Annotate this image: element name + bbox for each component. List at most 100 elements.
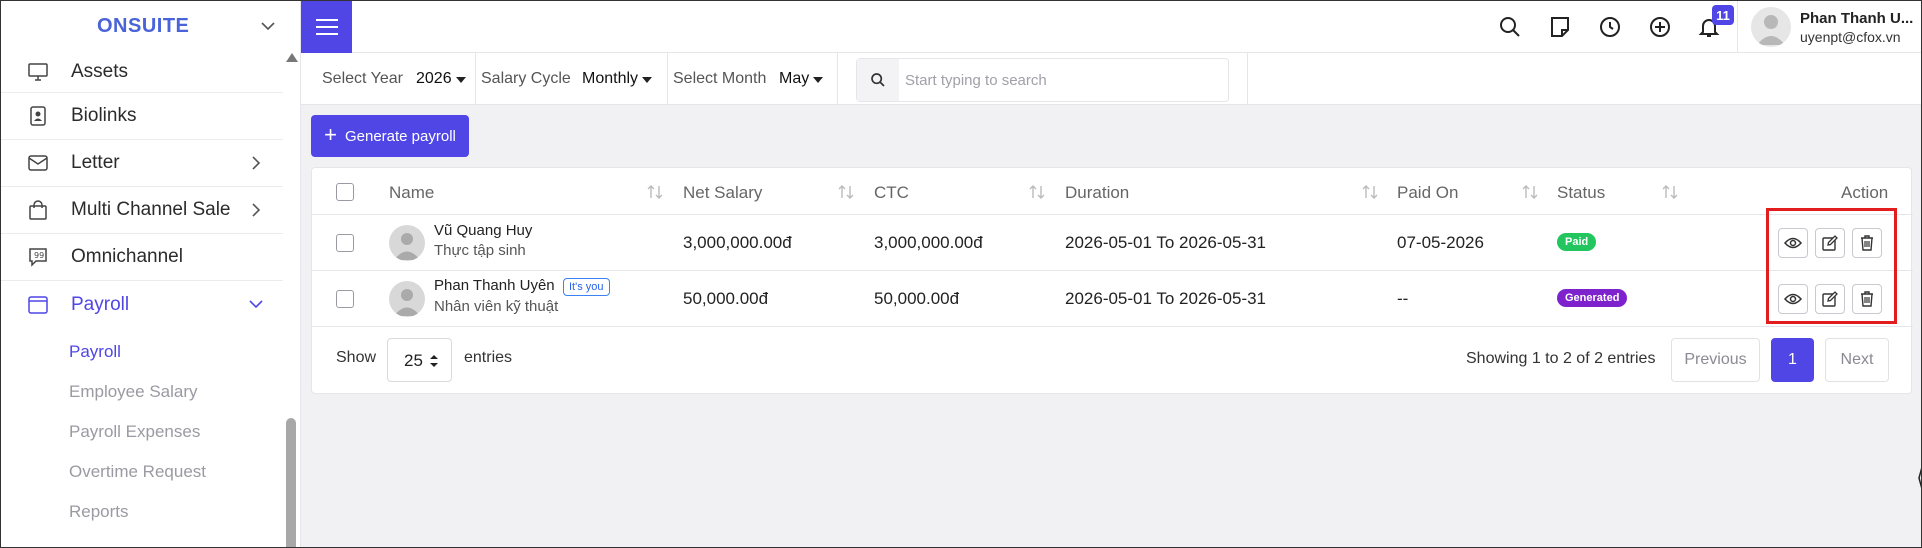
- ctc: 3,000,000.00đ: [874, 233, 983, 252]
- divider: [1247, 53, 1248, 105]
- chevron-right-icon: [252, 156, 261, 170]
- sidebar-item-label: Payroll: [71, 293, 130, 315]
- sidebar-item-label: Biolinks: [71, 105, 137, 126]
- sort-icon[interactable]: [1661, 184, 1679, 200]
- notification-badge: 11: [1712, 5, 1734, 25]
- month-select[interactable]: May: [779, 70, 809, 88]
- brand[interactable]: ONSUITE: [1, 1, 300, 51]
- paid-on: 07-05-2026: [1397, 233, 1484, 252]
- sidebar-menu: Assets Biolinks Letter Multi Channel Sal…: [1, 51, 283, 532]
- generate-payroll-label: Generate payroll: [344, 127, 456, 145]
- header-status[interactable]: Status: [1557, 183, 1605, 203]
- submenu-item-payroll-expenses[interactable]: Payroll Expenses: [1, 412, 283, 452]
- header-action: Action: [1841, 183, 1889, 202]
- previous-page-button[interactable]: Previous: [1671, 338, 1760, 382]
- hamburger-line: [315, 19, 338, 21]
- plus-icon: +: [324, 122, 337, 147]
- divider: [1737, 1, 1738, 53]
- sort-icon[interactable]: [837, 184, 855, 200]
- clock-icon[interactable]: [1598, 15, 1622, 39]
- action-highlight-box: [1766, 208, 1897, 324]
- caret-down-icon: [456, 77, 466, 83]
- user-email: uyenpt@cfox.vn: [1800, 29, 1901, 45]
- entries-label: entries: [464, 349, 513, 366]
- submenu-item-reports[interactable]: Reports: [1, 492, 283, 532]
- monitor-icon: [27, 61, 49, 83]
- hamburger-line: [315, 33, 338, 35]
- resize-handle-icon[interactable]: [1918, 467, 1922, 489]
- sidebar-item-payroll[interactable]: Payroll: [1, 281, 283, 328]
- cycle-label: Salary Cycle: [481, 70, 571, 87]
- sidebar-item-label: Multi Channel Sale: [71, 199, 231, 220]
- month-label: Select Month: [673, 70, 767, 87]
- sidebar-item-label: Omnichannel: [71, 246, 183, 267]
- chat-bubble-icon: 99: [27, 246, 49, 268]
- sort-icon[interactable]: [1028, 184, 1046, 200]
- svg-text:99: 99: [34, 251, 44, 260]
- shopping-bag-icon: [27, 199, 49, 221]
- search-box: [856, 58, 1229, 102]
- search-input[interactable]: [905, 67, 1215, 93]
- chevron-down-icon[interactable]: [259, 17, 277, 35]
- page-size-select[interactable]: 25: [387, 338, 452, 382]
- row-checkbox[interactable]: [336, 290, 354, 308]
- employee-name[interactable]: Vũ Quang Huy: [434, 222, 532, 239]
- divider: [475, 53, 476, 105]
- brand-name: ONSUITE: [97, 14, 190, 37]
- browser-window-icon: [27, 294, 49, 316]
- sidebar-item-label: Assets: [71, 60, 129, 82]
- divider: [837, 53, 838, 105]
- generate-payroll-button[interactable]: + Generate payroll: [311, 115, 469, 157]
- app-window: ONSUITE Assets Biolinks Letter Multi Cha…: [0, 0, 1922, 548]
- header-paid-on[interactable]: Paid On: [1397, 183, 1458, 203]
- table-header: Name Net Salary CTC Duration Paid On Sta…: [312, 168, 1913, 215]
- header-net-salary[interactable]: Net Salary: [683, 183, 762, 203]
- payroll-submenu: Payroll Employee Salary Payroll Expenses…: [1, 328, 283, 532]
- sidebar-item-omnichannel[interactable]: 99 Omnichannel: [1, 234, 283, 281]
- search-icon: [857, 59, 899, 101]
- sidebar-item-biolinks[interactable]: Biolinks: [1, 93, 283, 140]
- menu-toggle-button[interactable]: [301, 1, 352, 53]
- header-ctc[interactable]: CTC: [874, 183, 909, 203]
- scroll-up-arrow-icon[interactable]: [286, 53, 298, 62]
- page-1-button[interactable]: 1: [1771, 338, 1814, 382]
- avatar[interactable]: [1751, 7, 1791, 47]
- plus-circle-icon[interactable]: [1648, 15, 1672, 39]
- caret-down-icon: [642, 77, 652, 83]
- next-page-button[interactable]: Next: [1825, 338, 1889, 382]
- envelope-icon: [27, 152, 49, 174]
- header-duration[interactable]: Duration: [1065, 183, 1129, 203]
- id-badge-icon: [27, 105, 49, 127]
- year-label: Select Year: [322, 70, 403, 87]
- sidebar-item-multi-channel-sale[interactable]: Multi Channel Sale: [1, 187, 283, 234]
- sidebar-item-assets[interactable]: Assets: [1, 51, 283, 93]
- its-you-badge: It's you: [563, 278, 610, 296]
- net-salary: 50,000.00đ: [683, 289, 769, 308]
- status-badge: Paid: [1557, 233, 1597, 251]
- row-checkbox[interactable]: [336, 234, 354, 252]
- submenu-item-overtime-request[interactable]: Overtime Request: [1, 452, 283, 492]
- select-all-checkbox[interactable]: [336, 183, 354, 201]
- table-row: Vũ Quang Huy Thực tập sinh 3,000,000.00đ…: [312, 215, 1913, 271]
- sticky-note-icon[interactable]: [1548, 15, 1572, 39]
- sort-icon[interactable]: [646, 184, 664, 200]
- year-select[interactable]: 2026: [416, 70, 452, 88]
- cycle-select[interactable]: Monthly: [582, 70, 638, 88]
- search-icon[interactable]: [1498, 15, 1522, 39]
- header-name[interactable]: Name: [389, 183, 434, 203]
- sidebar-scrollbar[interactable]: [285, 53, 298, 547]
- sort-icon[interactable]: [1521, 184, 1539, 200]
- employee-role: Nhân viên kỹ thuật: [434, 298, 559, 315]
- submenu-item-payroll[interactable]: Payroll: [1, 332, 283, 372]
- show-label: Show: [336, 349, 377, 366]
- showing-entries-text: Showing 1 to 2 of 2 entries: [1466, 350, 1656, 367]
- avatar: [389, 281, 425, 317]
- sidebar-item-letter[interactable]: Letter: [1, 140, 283, 187]
- user-name[interactable]: Phan Thanh U...: [1800, 10, 1913, 27]
- scroll-thumb[interactable]: [286, 418, 296, 547]
- submenu-item-employee-salary[interactable]: Employee Salary: [1, 372, 283, 412]
- sort-icon[interactable]: [1361, 184, 1379, 200]
- paid-on: --: [1397, 289, 1409, 308]
- employee-name[interactable]: Phan Thanh Uyên: [434, 277, 555, 294]
- topbar: 11 Phan Thanh U... uyenpt@cfox.vn: [301, 1, 1921, 53]
